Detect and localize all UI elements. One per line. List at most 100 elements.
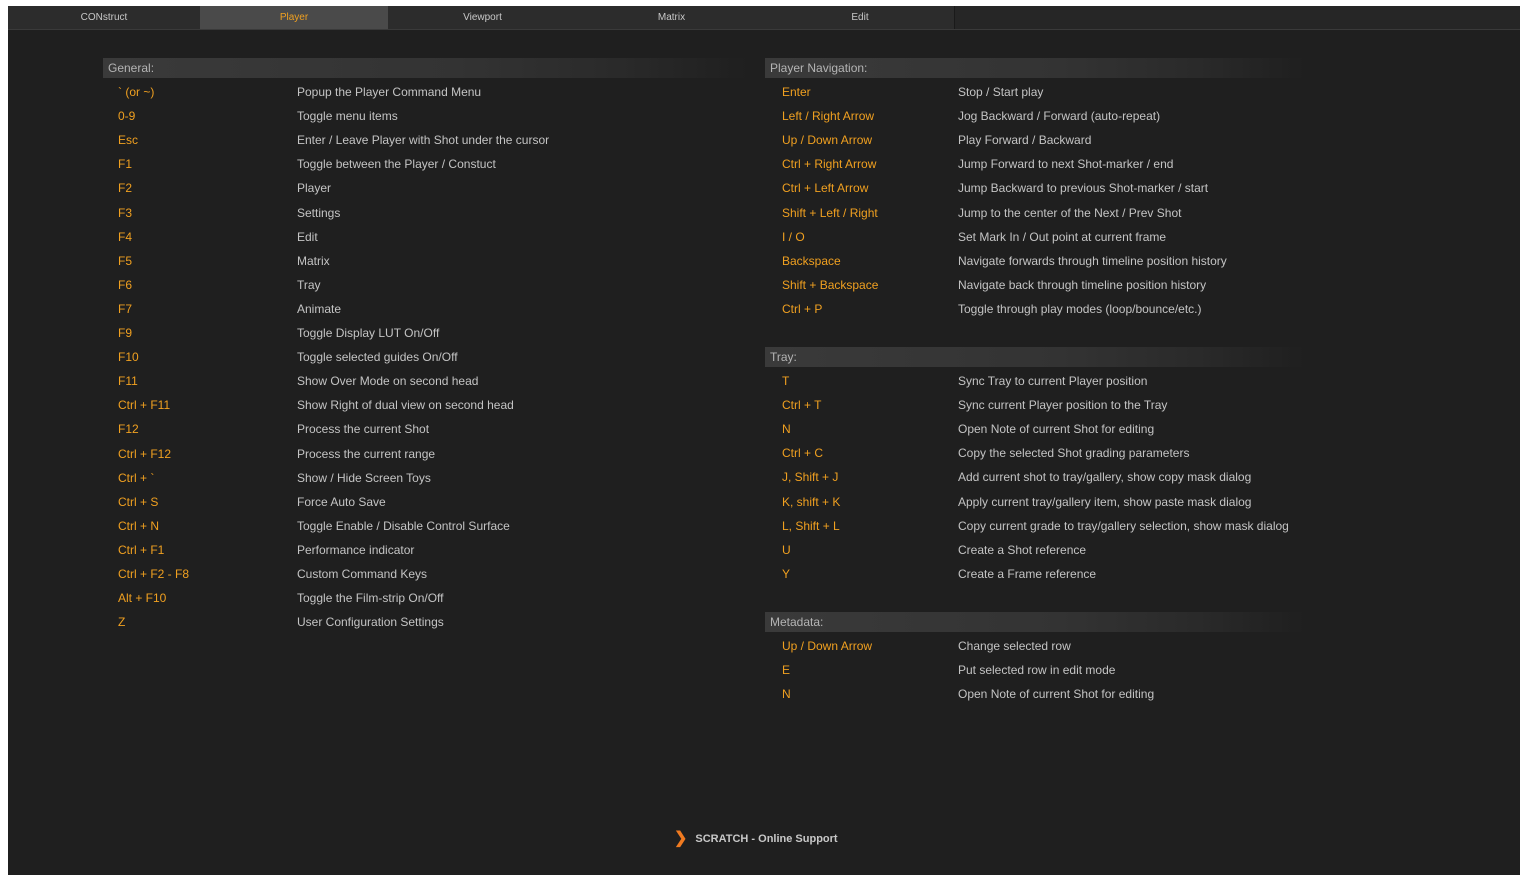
shortcut-description: Navigate forwards through timeline posit… <box>958 254 1227 268</box>
shortcut-description: Put selected row in edit mode <box>958 663 1116 677</box>
shortcut-key: F10 <box>118 350 139 364</box>
shortcut-row: Y Create a Frame reference <box>782 565 1378 583</box>
shortcut-row: ` (or ~) Popup the Player Command Menu <box>118 83 717 101</box>
shortcut-row: F3 Settings <box>118 204 717 222</box>
shortcut-key: Ctrl + Right Arrow <box>782 157 877 171</box>
shortcut-key: Ctrl + P <box>782 302 823 316</box>
shortcut-key: F9 <box>118 326 133 340</box>
shortcut-description: Settings <box>297 206 341 220</box>
tab-matrix[interactable]: Matrix <box>577 6 767 29</box>
shortcut-description: Jump to the center of the Next / Prev Sh… <box>958 206 1182 220</box>
shortcut-row: T Sync Tray to current Player position <box>782 372 1378 390</box>
shortcut-row: Ctrl + F12 Process the current range <box>118 445 717 463</box>
shortcut-key: N <box>782 422 791 436</box>
shortcut-description: Sync current Player position to the Tray <box>958 398 1168 412</box>
shortcut-row: Ctrl + F11 Show Right of dual view on sec… <box>118 396 717 414</box>
shortcut-key: Ctrl + T <box>782 398 822 412</box>
shortcut-key: K, shift + K <box>782 495 841 509</box>
shortcut-row: Ctrl + Left Arrow Jump Backward to previo… <box>782 179 1378 197</box>
shortcut-row: F9 Toggle Display LUT On/Off <box>118 324 717 342</box>
shortcut-row: Left / Right Arrow Jog Backward / Forward… <box>782 107 1378 125</box>
shortcut-key: Ctrl + F12 <box>118 447 172 461</box>
tab-viewport[interactable]: Viewport <box>388 6 578 29</box>
shortcut-description: Edit <box>297 230 318 244</box>
shortcut-row: Ctrl + N Toggle Enable / Disable Control … <box>118 517 717 535</box>
shortcut-row: U Create a Shot reference <box>782 541 1378 559</box>
shortcut-description: Copy current grade to tray/gallery selec… <box>958 519 1289 533</box>
shortcut-row: Ctrl + Right Arrow Jump Forward to next S… <box>782 155 1378 173</box>
shortcut-key: F3 <box>118 206 133 220</box>
shortcut-key: Alt + F10 <box>118 591 167 605</box>
shortcut-description: Popup the Player Command Menu <box>297 85 482 99</box>
shortcut-description: Create a Shot reference <box>958 543 1087 557</box>
shortcut-description: Enter / Leave Player with Shot under the… <box>297 133 550 147</box>
shortcut-description: Jog Backward / Forward (auto-repeat) <box>958 109 1161 123</box>
shortcut-description: Toggle menu items <box>297 109 398 123</box>
shortcut-row: K, shift + K Apply current tray/gallery i… <box>782 493 1378 511</box>
shortcut-description: Custom Command Keys <box>297 567 428 581</box>
shortcut-description: Copy the selected Shot grading parameter… <box>958 446 1190 460</box>
shortcut-key: J, Shift + J <box>782 470 839 484</box>
shortcut-key: Z <box>118 615 126 629</box>
shortcut-row: Ctrl + C Copy the selected Shot grading p… <box>782 444 1378 462</box>
shortcut-description: Show Right of dual view on second head <box>297 398 514 412</box>
shortcut-key: Ctrl + F2 - F8 <box>118 567 190 581</box>
shortcut-row: F2 Player <box>118 179 717 197</box>
tab-construct[interactable]: CONstruct <box>8 6 201 29</box>
shortcut-description: Toggle between the Player / Constuct <box>297 157 496 171</box>
shortcut-key: N <box>782 687 791 701</box>
shortcut-key: Esc <box>118 133 139 147</box>
shortcut-key: F11 <box>118 374 138 388</box>
shortcut-row: F5 Matrix <box>118 252 717 270</box>
shortcut-row: F1 Toggle between the Player / Constuct <box>118 155 717 173</box>
shortcut-row: F12 Process the current Shot <box>118 420 717 438</box>
shortcut-description: Show Over Mode on second head <box>297 374 479 388</box>
shortcut-row: Ctrl + S Force Auto Save <box>118 493 717 511</box>
section-header-general: General: <box>103 58 748 78</box>
shortcut-key: F6 <box>118 278 133 292</box>
shortcut-row: Ctrl + ` Show / Hide Screen Toys <box>118 469 717 487</box>
shortcut-row: F6 Tray <box>118 276 717 294</box>
tab-edit[interactable]: Edit <box>766 6 955 29</box>
shortcut-row: E Put selected row in edit mode <box>782 661 1378 679</box>
chevron-right-icon: ❯ <box>674 830 688 847</box>
shortcut-key: F12 <box>118 422 139 436</box>
shortcut-description: Set Mark In / Out point at current frame <box>958 230 1167 244</box>
shortcut-description: Tray <box>297 278 321 292</box>
shortcut-description: Navigate back through timeline position … <box>958 278 1207 292</box>
shortcut-key: Backspace <box>782 254 841 268</box>
shortcut-description: Toggle Display LUT On/Off <box>297 326 440 340</box>
shortcut-description: Open Note of current Shot for editing <box>958 422 1155 436</box>
shortcut-description: Jump Forward to next Shot-marker / end <box>958 157 1174 171</box>
shortcut-key: F4 <box>118 230 133 244</box>
shortcut-description: Toggle selected guides On/Off <box>297 350 458 364</box>
section-header-tray: Tray: <box>765 347 1305 367</box>
shortcut-key: E <box>782 663 791 677</box>
shortcut-key: Up / Down Arrow <box>782 133 873 147</box>
shortcut-help-screen: CONstruct Player Viewport Matrix Edit Ge… <box>8 6 1520 875</box>
shortcut-key: Enter <box>782 85 811 99</box>
shortcut-key: F5 <box>118 254 133 268</box>
shortcut-row: Ctrl + P Toggle through play modes (loop/… <box>782 300 1378 318</box>
shortcut-description: Play Forward / Backward <box>958 133 1092 147</box>
shortcut-row: Ctrl + T Sync current Player position to … <box>782 396 1378 414</box>
shortcut-row: F10 Toggle selected guides On/Off <box>118 348 717 366</box>
shortcut-key: Shift + Backspace <box>782 278 879 292</box>
shortcut-description: Open Note of current Shot for editing <box>958 687 1155 701</box>
section-header-player-navigation: Player Navigation: <box>765 58 1305 78</box>
shortcut-row: F7 Animate <box>118 300 717 318</box>
shortcut-row: 0-9 Toggle menu items <box>118 107 717 125</box>
shortcut-row: Ctrl + F2 - F8 Custom Command Keys <box>118 565 717 583</box>
shortcut-key: T <box>782 374 790 388</box>
shortcut-description: Toggle Enable / Disable Control Surface <box>297 519 510 533</box>
online-support-link[interactable]: ❯ SCRATCH - Online Support <box>674 830 838 848</box>
shortcut-row: Shift + Backspace Navigate back through t… <box>782 276 1378 294</box>
shortcut-key: Y <box>782 567 791 581</box>
tab-player[interactable]: Player <box>200 6 389 29</box>
shortcut-row: N Open Note of current Shot for editing <box>782 420 1378 438</box>
shortcut-description: Create a Frame reference <box>958 567 1097 581</box>
shortcut-description: Matrix <box>297 254 330 268</box>
shortcut-row: Ctrl + F1 Performance indicator <box>118 541 717 559</box>
shortcut-key: Ctrl + N <box>118 519 160 533</box>
shortcut-row: Up / Down Arrow Change selected row <box>782 637 1378 655</box>
